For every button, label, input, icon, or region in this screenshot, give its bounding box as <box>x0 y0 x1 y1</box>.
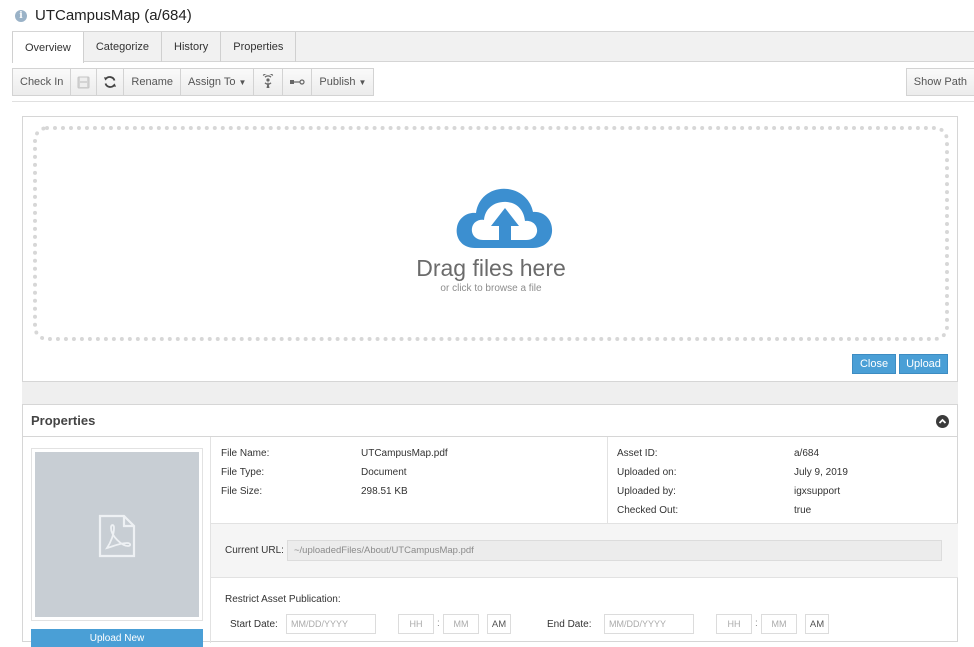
metadata-divider <box>607 437 608 523</box>
tab-properties[interactable]: Properties <box>221 32 297 62</box>
file-type-label: File Type: <box>221 467 265 478</box>
title-bar: i UTCampusMap (a/684) <box>0 0 974 31</box>
dropzone-subtitle[interactable]: or click to browse a file <box>37 283 945 294</box>
collapse-icon[interactable] <box>936 415 949 428</box>
time-separator: : <box>755 618 758 629</box>
assign-to-label: Assign To <box>188 76 236 88</box>
properties-panel: Properties Upload New File Name: UTCampu… <box>22 404 958 647</box>
upload-button[interactable]: Upload <box>899 354 948 374</box>
dropzone-title: Drag files here <box>416 255 566 281</box>
uploaded-by-value: igxsupport <box>794 486 841 497</box>
publish-label: Publish <box>319 76 356 88</box>
current-url-label: Current URL: <box>225 545 284 556</box>
time-separator: : <box>437 618 440 629</box>
upload-new-button[interactable]: Upload New <box>31 629 203 647</box>
upload-panel: Drag files here or click to browse a fil… <box>22 116 958 382</box>
tab-bar: Overview Categorize History Properties <box>12 31 974 63</box>
toolbar-divider <box>12 101 974 102</box>
link-button[interactable] <box>282 68 313 96</box>
broadcast-icon <box>263 74 274 88</box>
asset-id-value: a/684 <box>794 448 820 459</box>
checked-out-label: Checked Out: <box>617 505 679 516</box>
properties-header: Properties <box>23 405 957 437</box>
toolbar: Check In Rename Assign To ▼ Publish ▼ Sh… <box>12 67 974 97</box>
properties-title: Properties <box>31 413 96 428</box>
asset-id-label: Asset ID: <box>617 448 658 459</box>
thumbnail-preview <box>35 452 199 617</box>
end-hour-input[interactable]: HH <box>716 614 752 634</box>
end-ampm-toggle[interactable]: AM <box>805 614 829 634</box>
link-icon <box>290 79 306 85</box>
file-size-value: 298.51 KB <box>361 486 408 497</box>
window-title: UTCampusMap (a/684) <box>35 7 192 24</box>
check-in-button[interactable]: Check In <box>12 68 72 96</box>
restrict-publication-label: Restrict Asset Publication: <box>225 594 341 605</box>
refresh-icon <box>104 76 117 88</box>
panel-gap <box>22 382 958 404</box>
file-name-label: File Name: <box>221 448 270 459</box>
publish-button[interactable]: Publish ▼ <box>311 68 375 96</box>
cloud-upload-icon <box>456 188 553 248</box>
restrict-publication-section: Restrict Asset Publication: Start Date: … <box>210 577 958 643</box>
assign-to-button[interactable]: Assign To ▼ <box>180 68 255 96</box>
uploaded-on-value: July 9, 2019 <box>794 467 848 478</box>
show-path-button[interactable]: Show Path <box>905 68 974 96</box>
start-date-label: Start Date: <box>230 619 278 630</box>
broadcast-button[interactable] <box>253 68 284 96</box>
end-date-label: End Date: <box>547 619 592 630</box>
start-date-input[interactable]: MM/DD/YYYY <box>286 614 376 634</box>
start-ampm-toggle[interactable]: AM <box>487 614 511 634</box>
tab-categorize[interactable]: Categorize <box>84 32 163 62</box>
tab-history[interactable]: History <box>162 32 222 62</box>
asset-thumbnail <box>31 448 203 621</box>
file-size-label: File Size: <box>221 486 263 497</box>
file-dropzone[interactable]: Drag files here or click to browse a fil… <box>33 126 949 341</box>
checked-out-value: true <box>794 505 812 516</box>
caret-down-icon: ▼ <box>238 77 247 87</box>
rename-button[interactable]: Rename <box>123 68 181 96</box>
file-name-value: UTCampusMap.pdf <box>361 448 448 459</box>
file-type-value: Document <box>361 467 407 478</box>
save-icon <box>77 76 90 88</box>
current-url-field[interactable]: ~/uploadedFiles/About/UTCampusMap.pdf <box>287 540 942 561</box>
start-minute-input[interactable]: MM <box>443 614 479 634</box>
current-url-section: Current URL: ~/uploadedFiles/About/UTCam… <box>210 523 958 577</box>
info-icon[interactable]: i <box>15 9 27 22</box>
pdf-file-icon <box>98 514 136 558</box>
save-button[interactable] <box>70 68 98 96</box>
start-hour-input[interactable]: HH <box>398 614 434 634</box>
refresh-button[interactable] <box>96 68 125 96</box>
end-date-input[interactable]: MM/DD/YYYY <box>604 614 694 634</box>
close-button[interactable]: Close <box>852 354 896 374</box>
uploaded-on-label: Uploaded on: <box>617 467 677 478</box>
end-minute-input[interactable]: MM <box>761 614 797 634</box>
caret-down-icon: ▼ <box>358 77 367 87</box>
file-metadata: File Name: UTCampusMap.pdf File Type: Do… <box>210 437 958 523</box>
tab-overview[interactable]: Overview <box>12 32 84 63</box>
uploaded-by-label: Uploaded by: <box>617 486 676 497</box>
